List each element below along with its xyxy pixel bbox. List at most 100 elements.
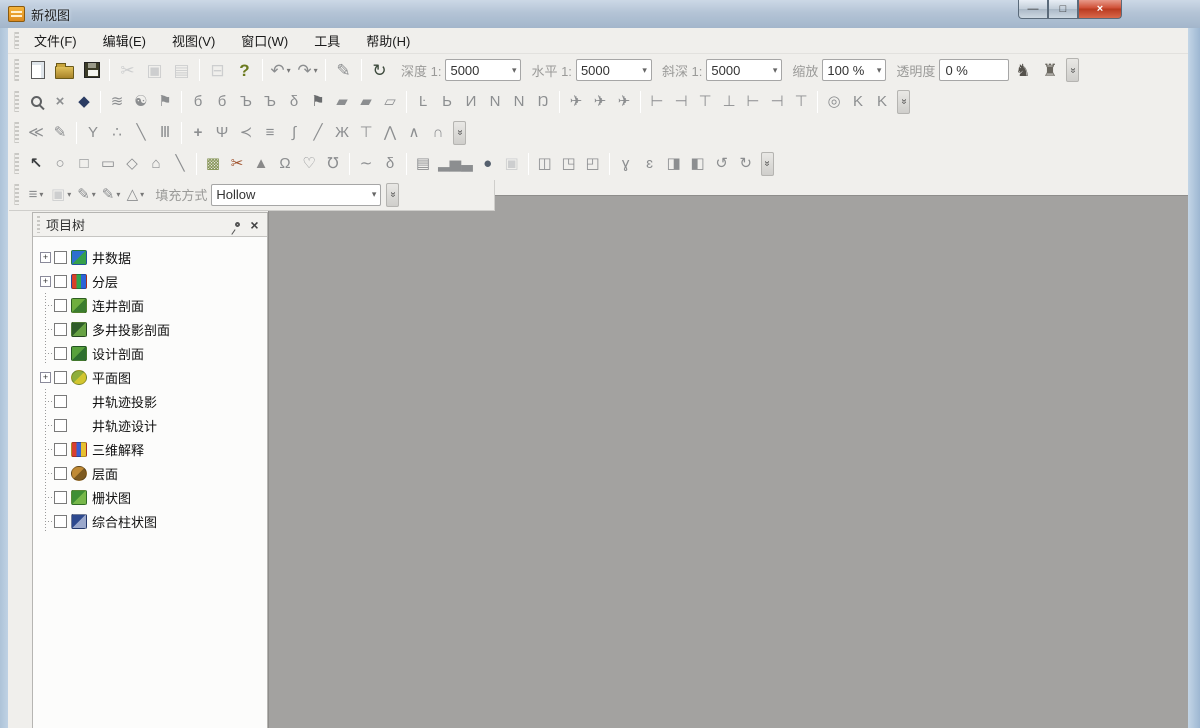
apex-tool-icon-1[interactable]: ⋀ [378, 121, 402, 145]
layer-tool-icon-3[interactable]: ▱ [378, 90, 402, 114]
wellbore-tool-icon-1[interactable]: б [186, 90, 210, 114]
callout-tool-icon-2[interactable]: ♡ [297, 152, 321, 176]
tree-item-4[interactable]: 多井投影剖面 [33, 317, 267, 341]
menubar-gripper[interactable] [14, 32, 19, 50]
callout-tool-icon-3[interactable]: ℧ [321, 152, 345, 176]
chevron-down-icon[interactable]: ▾ [116, 190, 120, 199]
section-tool-icon-1[interactable]: ⊢ [645, 90, 669, 114]
open-file-icon[interactable] [51, 57, 78, 84]
pen-color-icon-1[interactable]: ✎▾ [74, 183, 99, 207]
chevron-down-icon[interactable]: ▾ [39, 190, 43, 199]
expand-toggle[interactable]: + [37, 365, 54, 389]
plus-expand-icon[interactable]: + [40, 252, 51, 263]
points-tool-icon[interactable]: ∴ [105, 121, 129, 145]
panel-gripper[interactable] [37, 216, 40, 232]
fork-tool-icon[interactable]: Ψ [210, 121, 234, 145]
tree-item-10[interactable]: 层面 [33, 461, 267, 485]
wellbore-tool-icon-3[interactable]: Ъ [234, 90, 258, 114]
tree-checkbox[interactable] [54, 299, 67, 312]
tree-checkbox[interactable] [54, 419, 67, 432]
plus-expand-icon[interactable]: + [40, 276, 51, 287]
zoom-tool-icon[interactable] [24, 90, 48, 114]
layer-tool-icon-2[interactable]: ▰ [354, 90, 378, 114]
rotate-left-icon[interactable]: ↺ [710, 152, 734, 176]
bird-tool-icon[interactable]: ♞ [1009, 57, 1036, 84]
section-tool-icon-5[interactable]: ⊢ [741, 90, 765, 114]
tree-item-12[interactable]: 综合柱状图 [33, 509, 267, 533]
chevron-down-icon[interactable]: ▾ [67, 190, 71, 199]
tree-checkbox[interactable] [54, 395, 67, 408]
spline-tool-icon-2[interactable]: ɛ [638, 152, 662, 176]
help-icon[interactable]: ? [231, 57, 258, 84]
refresh-icon[interactable]: ↻ [366, 57, 393, 84]
branch-tool-icon[interactable]: Y [81, 121, 105, 145]
toolbar-gripper[interactable] [14, 153, 19, 175]
undo-icon[interactable]: ↶▾ [267, 57, 294, 84]
curve-tool-icon[interactable]: ∫ [282, 121, 306, 145]
zoom-combo[interactable]: 100 %▾ [822, 59, 886, 81]
clip-tool-icon[interactable]: ✂ [225, 152, 249, 176]
table-chart-icon[interactable]: ▤ [411, 152, 435, 176]
label-tool-icon[interactable]: ▲ [249, 152, 273, 176]
tree-item-11[interactable]: 栅状图 [33, 485, 267, 509]
wellbore-tool-icon-5[interactable]: δ [282, 90, 306, 114]
scale-tool-icon-2[interactable]: K [870, 90, 894, 114]
apex-tool-icon-2[interactable]: ∧ [402, 121, 426, 145]
projection-tool-icon-3[interactable]: ✈ [612, 90, 636, 114]
trace-tool-icon-2[interactable]: Ь [435, 90, 459, 114]
fence-tool-icon[interactable]: Ⅲ [153, 121, 177, 145]
section-tool-icon-3[interactable]: ⊤ [693, 90, 717, 114]
angle-tool-icon[interactable]: ≪ [24, 121, 48, 145]
bar-chart-icon[interactable]: ▂▅▃ [435, 152, 476, 176]
line-style-icon[interactable]: ≡▾ [24, 183, 48, 207]
section-tool-icon-6[interactable]: ⊣ [765, 90, 789, 114]
deviated-scale-combo[interactable]: 5000▾ [706, 59, 782, 81]
trace-tool-icon-1[interactable]: Ŀ [411, 90, 435, 114]
cross-tool-icon[interactable]: + [186, 121, 210, 145]
line-tool-icon[interactable]: ╲ [129, 121, 153, 145]
tree-item-6[interactable]: +平面图 [33, 365, 267, 389]
toolbar-gripper[interactable] [14, 184, 19, 206]
delete-icon[interactable]: × [48, 90, 72, 114]
chevron-down-icon[interactable]: ▾ [140, 190, 144, 199]
tree-checkbox[interactable] [54, 371, 67, 384]
solid-shape-icon[interactable]: ● [476, 152, 500, 176]
toolbar-gripper[interactable] [14, 122, 19, 144]
symbol-style-icon[interactable]: △▾ [123, 183, 147, 207]
pin-icon[interactable] [229, 216, 246, 233]
tree-item-1[interactable]: +井数据 [33, 245, 267, 269]
menu-view[interactable]: 视图(V) [162, 28, 225, 53]
panel-close-icon[interactable]: × [246, 216, 263, 233]
maximize-button[interactable]: □ [1048, 0, 1078, 19]
well-curve-icon[interactable]: ≋ [105, 90, 129, 114]
pattern-fill-icon[interactable]: ▩ [201, 152, 225, 176]
well-symbol-icon[interactable]: ☯ [129, 90, 153, 114]
terrain-tool-icon[interactable]: ♜ [1036, 57, 1063, 84]
prec-tool-icon[interactable]: ≺ [234, 121, 258, 145]
menu-edit[interactable]: 编辑(E) [93, 28, 156, 53]
tree-item-2[interactable]: +分层 [33, 269, 267, 293]
tree-checkbox[interactable] [54, 467, 67, 480]
expand-toggle[interactable]: + [37, 245, 54, 269]
trace-tool-icon-5[interactable]: N [507, 90, 531, 114]
section-tool-icon-7[interactable]: ⊤ [789, 90, 813, 114]
polygon-tool-icon[interactable]: ⌂ [144, 152, 168, 176]
plus-expand-icon[interactable]: + [40, 372, 51, 383]
ellipse-tool-icon[interactable]: ○ [48, 152, 72, 176]
arc-tool-icon[interactable]: ∩ [426, 121, 450, 145]
tree-checkbox[interactable] [54, 323, 67, 336]
sphere-tool-icon[interactable]: ◎ [822, 90, 846, 114]
tree-checkbox[interactable] [54, 443, 67, 456]
toolbar-gripper[interactable] [14, 91, 19, 113]
tree-item-8[interactable]: 井轨迹设计 [33, 413, 267, 437]
tree-checkbox[interactable] [54, 515, 67, 528]
rotate-right-icon[interactable]: ↻ [734, 152, 758, 176]
minimize-button[interactable]: — [1018, 0, 1048, 19]
close-button[interactable]: × [1078, 0, 1122, 19]
card-tool-icon-2[interactable]: ◳ [557, 152, 581, 176]
menu-tools[interactable]: 工具 [304, 28, 350, 53]
trace-tool-icon-3[interactable]: И [459, 90, 483, 114]
scale-tool-icon-1[interactable]: K [846, 90, 870, 114]
section-tool-icon-4[interactable]: ⊥ [717, 90, 741, 114]
tree-item-9[interactable]: 三维解释 [33, 437, 267, 461]
